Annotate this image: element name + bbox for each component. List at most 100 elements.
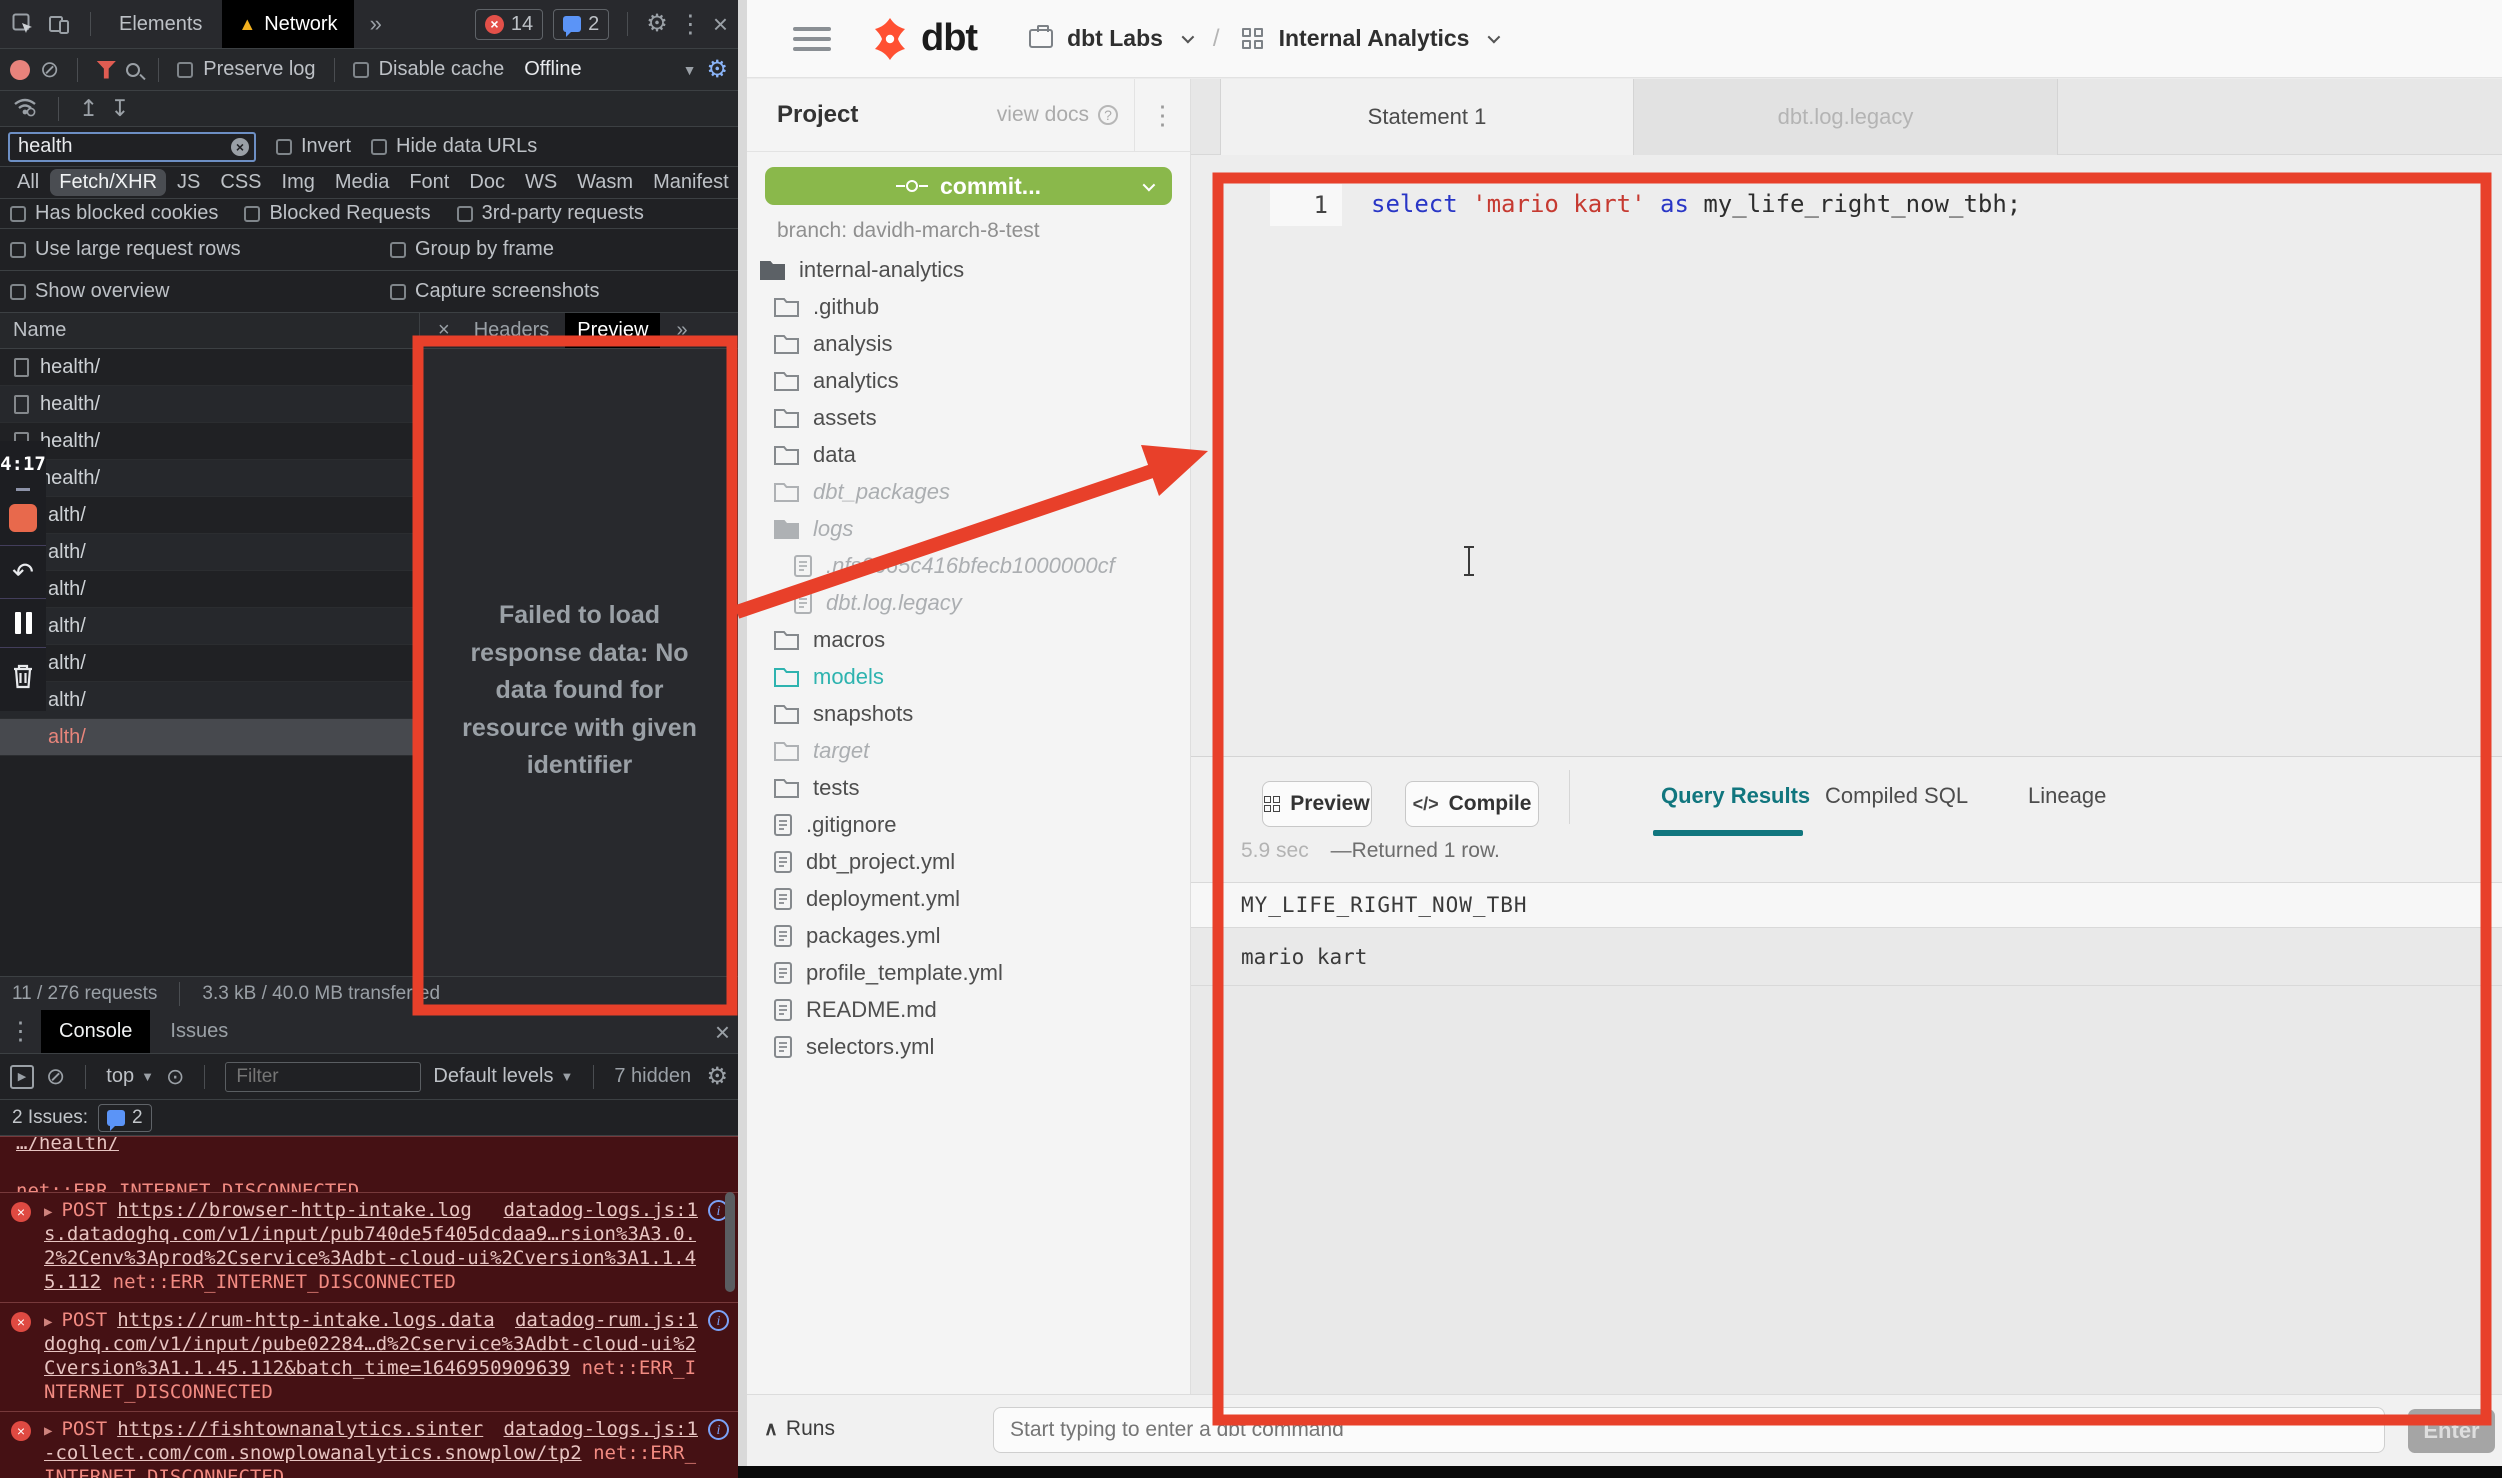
- network-request-row[interactable]: alth/: [0, 645, 420, 682]
- tree-item-analytics[interactable]: analytics: [747, 362, 1190, 399]
- tab-compiled-sql[interactable]: Compiled SQL: [1825, 757, 1968, 835]
- capture-screenshots-option[interactable]: Capture screenshots: [390, 280, 600, 303]
- dbt-logo[interactable]: dbt: [867, 16, 977, 62]
- tree-item-macros[interactable]: macros: [747, 621, 1190, 658]
- use-large-rows-option[interactable]: Use large request rows: [10, 238, 390, 261]
- tree-item-packages-yml[interactable]: packages.yml: [747, 917, 1190, 954]
- network-request-row[interactable]: health/: [0, 423, 420, 460]
- third-party-requests-option[interactable]: 3rd-party requests: [457, 202, 644, 225]
- delete-recording-icon[interactable]: [10, 661, 36, 697]
- drawer-kebab-icon[interactable]: ⋮: [8, 1019, 33, 1044]
- tree-item-internal-analytics[interactable]: internal-analytics: [747, 251, 1190, 288]
- invert-checkbox[interactable]: [276, 139, 292, 155]
- throttling-select[interactable]: Offline: [524, 58, 581, 81]
- dbt-command-input[interactable]: [993, 1407, 2385, 1453]
- stop-recording-icon[interactable]: [9, 504, 37, 532]
- tree-item-deployment-yml[interactable]: deployment.yml: [747, 880, 1190, 917]
- live-expression-eye-icon[interactable]: ⊙: [166, 1066, 184, 1088]
- enter-button[interactable]: Enter: [2408, 1409, 2495, 1453]
- more-detail-tabs-icon[interactable]: »: [664, 319, 699, 342]
- settings-gear-icon[interactable]: ⚙: [646, 12, 668, 36]
- tree-item-target[interactable]: target: [747, 732, 1190, 769]
- network-request-row[interactable]: alth/: [0, 571, 420, 608]
- network-type-filter-doc[interactable]: Doc: [460, 169, 514, 196]
- request-url-link[interactable]: https://fishtownanalytics.sinter-collect…: [44, 1418, 582, 1464]
- kebab-menu-icon[interactable]: ⋮: [678, 12, 703, 37]
- show-overview-checkbox[interactable]: [10, 284, 26, 300]
- account-switcher[interactable]: dbt Labs: [1029, 25, 1191, 52]
- tree-item-data[interactable]: data: [747, 436, 1190, 473]
- info-icon[interactable]: i: [708, 1310, 729, 1331]
- third-party-requests-checkbox[interactable]: [457, 206, 473, 222]
- issues-count-badge[interactable]: 2: [553, 9, 609, 40]
- tab-statement-1[interactable]: Statement 1: [1220, 79, 1634, 155]
- close-icon[interactable]: ×: [713, 11, 728, 37]
- network-type-filter-wasm[interactable]: Wasm: [568, 169, 642, 196]
- network-request-row[interactable]: alth/: [0, 497, 420, 534]
- tab-lineage[interactable]: Lineage: [2028, 757, 2106, 835]
- tab-elements[interactable]: Elements: [109, 13, 212, 36]
- record-icon[interactable]: [10, 60, 30, 80]
- tree-item-models[interactable]: models: [747, 658, 1190, 695]
- tree-item-readme-md[interactable]: README.md: [747, 991, 1190, 1028]
- view-docs-link[interactable]: view docs ?: [997, 103, 1118, 127]
- tree-item-analysis[interactable]: analysis: [747, 325, 1190, 362]
- tree-item-tests[interactable]: tests: [747, 769, 1190, 806]
- tab-dbt-log-legacy[interactable]: dbt.log.legacy: [1634, 79, 2058, 155]
- tab-preview[interactable]: Preview: [565, 313, 660, 348]
- issues-bar[interactable]: 2 Issues: 2: [0, 1100, 738, 1136]
- capture-screenshots-checkbox[interactable]: [390, 284, 406, 300]
- execution-context-select[interactable]: top ▼: [106, 1065, 154, 1088]
- more-tabs-icon[interactable]: »: [364, 11, 388, 37]
- tab-network[interactable]: ▲ Network: [222, 0, 353, 48]
- network-type-filter-manifest[interactable]: Manifest: [644, 169, 738, 196]
- sql-editor[interactable]: 1 select 'mario kart' as my_life_right_n…: [1191, 156, 2502, 756]
- log-levels-select[interactable]: Default levels ▼: [433, 1065, 573, 1088]
- network-request-row[interactable]: health/: [0, 349, 420, 386]
- use-large-rows-checkbox[interactable]: [10, 242, 26, 258]
- restart-recording-icon[interactable]: ↶: [12, 559, 34, 585]
- request-url-link[interactable]: …/health/: [16, 1136, 698, 1155]
- preserve-log-checkbox[interactable]: [177, 62, 193, 78]
- console-sidebar-icon[interactable]: ▶: [10, 1065, 34, 1089]
- tree-item-logs[interactable]: logs: [747, 510, 1190, 547]
- device-toolbar-icon[interactable]: [46, 11, 72, 37]
- hide-data-urls-checkbox[interactable]: [371, 139, 387, 155]
- compile-button[interactable]: </> Compile: [1405, 781, 1539, 827]
- console-settings-gear-icon[interactable]: ⚙: [706, 1065, 728, 1089]
- tree-item-snapshots[interactable]: snapshots: [747, 695, 1190, 732]
- tree-item-selectors-yml[interactable]: selectors.yml: [747, 1028, 1190, 1065]
- expand-icon[interactable]: ▶: [44, 1423, 52, 1439]
- tree-item-assets[interactable]: assets: [747, 399, 1190, 436]
- tree-item--gitignore[interactable]: .gitignore: [747, 806, 1190, 843]
- network-request-row[interactable]: alth/: [0, 608, 420, 645]
- network-request-row[interactable]: alth/: [0, 682, 420, 719]
- export-har-icon[interactable]: ↧: [110, 97, 129, 120]
- network-request-row[interactable]: alth/: [0, 719, 420, 756]
- network-filter-input[interactable]: [8, 132, 256, 162]
- tree-item--nfs3665c416bfecb1000000cf[interactable]: .nfs3665c416bfecb1000000cf: [747, 547, 1190, 584]
- tree-item--github[interactable]: .github: [747, 288, 1190, 325]
- close-detail-icon[interactable]: ×: [430, 319, 458, 342]
- clear-console-icon[interactable]: ⊘: [46, 1065, 65, 1088]
- filter-funnel-icon[interactable]: [96, 61, 116, 79]
- has-blocked-cookies-option[interactable]: Has blocked cookies: [10, 202, 218, 225]
- network-type-filter-all[interactable]: All: [8, 169, 48, 196]
- network-conditions-icon[interactable]: [12, 95, 38, 123]
- throttling-dropdown-icon[interactable]: ▼: [683, 62, 697, 78]
- tree-item-profile-template-yml[interactable]: profile_template.yml: [747, 954, 1190, 991]
- error-count-badge[interactable]: × 14: [475, 9, 543, 40]
- network-request-row[interactable]: health/: [0, 460, 420, 497]
- tree-item-dbt-project-yml[interactable]: dbt_project.yml: [747, 843, 1190, 880]
- network-type-filter-font[interactable]: Font: [400, 169, 458, 196]
- tab-issues[interactable]: Issues: [158, 1020, 240, 1043]
- expand-icon[interactable]: ▶: [44, 1204, 52, 1220]
- show-overview-option[interactable]: Show overview: [10, 280, 390, 303]
- runs-toggle[interactable]: ∧ Runs: [764, 1417, 835, 1441]
- network-request-row[interactable]: health/: [0, 386, 420, 423]
- commit-button[interactable]: commit...: [765, 167, 1172, 205]
- console-filter-input[interactable]: [225, 1062, 421, 1092]
- disable-cache-checkbox[interactable]: [353, 62, 369, 78]
- search-icon[interactable]: [126, 63, 140, 77]
- name-column-header[interactable]: Name: [0, 313, 420, 348]
